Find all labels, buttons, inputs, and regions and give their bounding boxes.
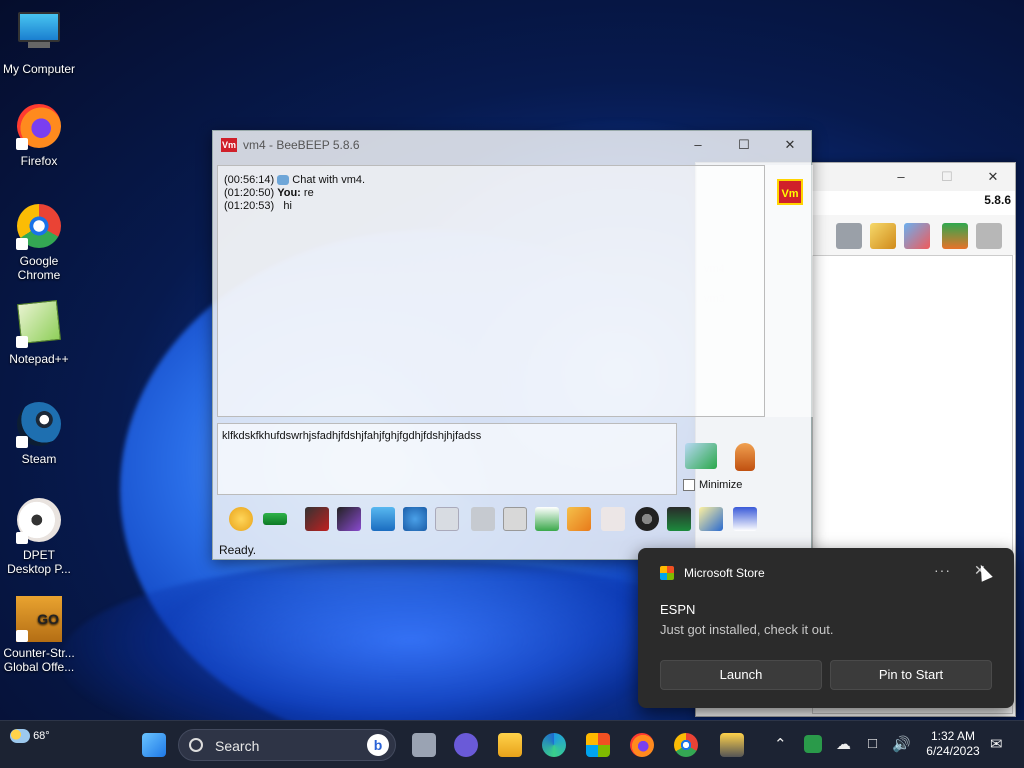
chevron-up-icon[interactable]: ⌃ — [774, 735, 787, 753]
chat-title: vm4 - BeeBEEP 5.8.6 — [243, 138, 360, 152]
chat-toolbar — [217, 503, 773, 535]
message-input[interactable]: klfkdskfkhufdswrhjsfadhjfdshjfahjfghjfgd… — [217, 423, 677, 495]
start-button-icon[interactable] — [142, 733, 166, 757]
color-icon[interactable] — [337, 507, 361, 531]
maximize-button[interactable]: ☐ — [924, 163, 970, 191]
taskbar: 68° Search b ⌃ ☁ □ 🔊 1:32 AM 6/24/2023 ✉ — [0, 720, 1024, 768]
filter-icon[interactable] — [371, 507, 395, 531]
chat-bubble-icon — [277, 175, 290, 186]
font-icon[interactable] — [305, 507, 329, 531]
desktop-icon-chrome[interactable]: Google Chrome — [0, 204, 78, 282]
save-chat-icon[interactable] — [435, 507, 459, 531]
settings-icon[interactable] — [403, 507, 427, 531]
send-folder-icon[interactable] — [567, 507, 591, 531]
cloud-offline-icon[interactable]: ☁ — [836, 735, 851, 753]
send-icon[interactable] — [685, 443, 717, 469]
version-label: 5.8.6 — [984, 193, 1011, 207]
search-box[interactable]: Search b — [178, 729, 396, 761]
close-button[interactable]: ✕ — [767, 131, 813, 159]
file-share-icon[interactable] — [535, 507, 559, 531]
chat-icon[interactable] — [454, 733, 478, 757]
pin-to-start-button[interactable]: Pin to Start — [830, 660, 992, 690]
trash-icon[interactable] — [976, 223, 1002, 249]
firefox-icon — [16, 104, 62, 150]
clock[interactable]: 1:32 AM 6/24/2023 — [920, 729, 986, 759]
pencil-icon[interactable] — [870, 223, 896, 249]
dpet-icon — [16, 498, 62, 544]
chrome-icon — [16, 204, 62, 250]
notifications-icon[interactable]: ✉ — [990, 735, 1003, 753]
vm-badge-icon: Vm — [777, 179, 803, 205]
spell-icon[interactable] — [471, 507, 495, 531]
tools-icon[interactable] — [904, 223, 930, 249]
volume-icon[interactable]: 🔊 — [892, 735, 911, 753]
minimize-checkbox[interactable]: Minimize — [683, 479, 742, 492]
microsoft-store-icon — [660, 566, 674, 580]
desktop-icon-firefox[interactable]: Firefox — [0, 104, 78, 168]
network-icon[interactable]: □ — [868, 735, 877, 752]
minimize-button[interactable]: – — [675, 131, 721, 159]
chat-message: (00:56:14) Chat with vm4. — [224, 174, 366, 186]
green-arrow-icon[interactable] — [263, 513, 287, 525]
weather-widget[interactable]: 68° — [10, 729, 50, 743]
transfer-arrows-icon[interactable] — [942, 223, 968, 249]
firefox-taskbar-icon[interactable] — [630, 733, 654, 757]
toast-headline: ESPN — [660, 602, 696, 617]
maximize-button[interactable]: ☐ — [721, 131, 767, 159]
defender-icon[interactable] — [804, 735, 822, 753]
chat-titlebar[interactable]: Vm vm4 - BeeBEEP 5.8.6 – ☐ ✕ — [213, 131, 811, 159]
desktop-icon-dpet[interactable]: DPET Desktop P... — [0, 498, 78, 576]
monitor-icon — [16, 12, 62, 58]
microsoft-store-taskbar-icon[interactable] — [586, 733, 610, 757]
save-icon[interactable] — [733, 507, 757, 531]
more-options-button[interactable]: ··· — [934, 562, 951, 578]
desktop-icon-notepadpp[interactable]: Notepad++ — [0, 300, 78, 366]
steam-icon — [16, 402, 62, 448]
toast-body: Just got installed, check it out. — [660, 622, 834, 637]
chrome-taskbar-icon[interactable] — [674, 733, 698, 757]
html-icon[interactable] — [601, 507, 625, 531]
microphone-icon[interactable] — [735, 443, 755, 471]
desktop-icon-steam[interactable]: Steam — [0, 402, 78, 466]
chat-window[interactable]: Vm vm4 - BeeBEEP 5.8.6 – ☐ ✕ Vm (00:56:1… — [212, 130, 813, 560]
close-button[interactable]: ✕ — [970, 163, 1016, 191]
vm-app-icon: Vm — [221, 138, 237, 152]
edge-icon[interactable] — [542, 733, 566, 757]
toast-app-name: Microsoft Store — [684, 566, 765, 580]
desktop-icon-my-computer[interactable]: My Computer — [0, 8, 78, 76]
weather-icon — [10, 729, 30, 743]
notification-toast[interactable]: Microsoft Store ··· ✕ ESPN Just got inst… — [638, 548, 1014, 708]
status-bar: Ready. — [219, 543, 257, 557]
search-placeholder: Search — [215, 738, 260, 754]
task-view-icon[interactable] — [412, 733, 436, 757]
envelope-icon[interactable] — [836, 223, 862, 249]
beebeep-taskbar-icon[interactable] — [720, 733, 744, 757]
launch-button[interactable]: Launch — [660, 660, 822, 690]
screenshot-icon[interactable] — [635, 507, 659, 531]
terminal-icon[interactable] — [667, 507, 691, 531]
chat-message: (01:20:53) hi — [224, 200, 292, 212]
bing-icon[interactable]: b — [367, 734, 389, 756]
csgo-icon: GO — [16, 596, 62, 642]
chat-message: (01:20:50) You: re — [224, 187, 314, 199]
checkbox[interactable] — [683, 479, 695, 492]
chat-history: (00:56:14) Chat with vm4. (01:20:50) You… — [217, 165, 765, 417]
minimize-button[interactable]: – — [878, 163, 924, 191]
file-explorer-icon[interactable] — [498, 733, 522, 757]
notepadpp-icon — [16, 300, 62, 348]
emoticon-icon[interactable] — [229, 507, 253, 531]
desktop-icon-csgo[interactable]: GO Counter-Str... Global Offe... — [0, 596, 78, 674]
search-icon — [189, 738, 203, 752]
sound-icon[interactable] — [503, 507, 527, 531]
notes-icon[interactable] — [699, 507, 723, 531]
